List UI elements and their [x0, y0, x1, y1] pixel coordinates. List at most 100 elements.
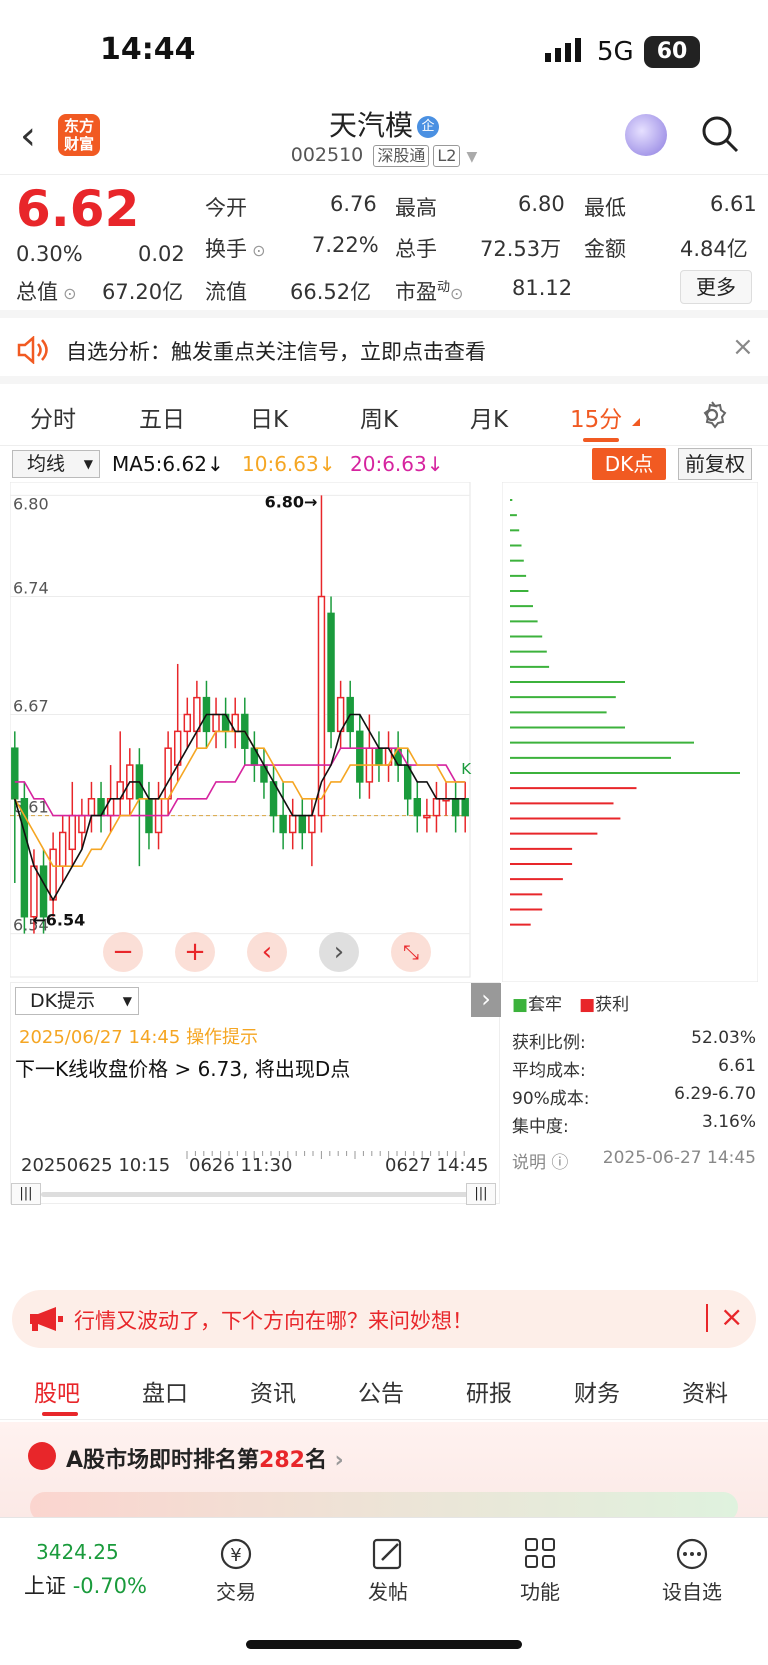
- pe-label[interactable]: 市盈动⊙: [395, 276, 463, 306]
- pe-label-text: 市盈: [395, 280, 437, 304]
- float-label: 流值: [205, 280, 247, 304]
- zoom-out-button[interactable]: −: [103, 932, 143, 972]
- zoom-in-button[interactable]: +: [175, 932, 215, 972]
- mktcap-label[interactable]: 总值 ⊙: [16, 276, 77, 306]
- candle-body: [78, 814, 86, 834]
- info-dots-icon: ⊙: [247, 241, 266, 260]
- high-value: 6.80: [518, 192, 565, 216]
- candle-body: [375, 747, 383, 766]
- last-price: 6.62: [16, 180, 140, 238]
- watchlist-notice[interactable]: 自选分析：触发重点关注信号，立即点击查看 ×: [0, 318, 768, 384]
- tab-daily-k[interactable]: 日K: [250, 400, 288, 434]
- trapped-legend-text: 套牢: [528, 995, 563, 1015]
- tab-weekly-k[interactable]: 周K: [360, 400, 398, 434]
- chip-note-row[interactable]: 说明 ⓘ 2025-06-27 14:45: [512, 1148, 756, 1173]
- amount-label: 金额: [584, 237, 626, 261]
- tab-research[interactable]: 研报: [466, 1374, 512, 1408]
- dropdown-triangle-icon: ▼: [466, 149, 478, 165]
- tab-five-day[interactable]: 五日: [139, 400, 185, 434]
- scrollbar-right-handle[interactable]: |||: [466, 1183, 496, 1205]
- nav-functions[interactable]: 功能: [500, 1576, 580, 1605]
- candle-body: [212, 713, 220, 733]
- settings-gear-icon[interactable]: [697, 400, 727, 430]
- compose-icon[interactable]: [368, 1536, 408, 1572]
- home-indicator: [246, 1640, 522, 1649]
- fullscreen-icon[interactable]: ⤡: [391, 932, 431, 972]
- battery-icon: 60: [644, 36, 700, 68]
- tab-guba[interactable]: 股吧: [34, 1374, 80, 1408]
- forward-adjust-button[interactable]: 前复权: [678, 448, 752, 480]
- trade-yen-icon[interactable]: ¥: [216, 1536, 256, 1572]
- mktcap-value: 67.20亿: [102, 280, 184, 304]
- candle-body: [356, 730, 364, 783]
- candle-body: [49, 848, 57, 901]
- tab-monthly-k[interactable]: 月K: [470, 400, 508, 434]
- candle-body: [164, 747, 172, 800]
- mktcap-label-text: 总值: [16, 280, 58, 304]
- candle-body: [308, 814, 316, 834]
- dk-point-button[interactable]: DK点: [592, 448, 666, 480]
- more-button[interactable]: 更多: [680, 270, 752, 304]
- index-value: 3424.25: [36, 1540, 119, 1564]
- rank-number: 282: [259, 1448, 305, 1473]
- search-icon[interactable]: [700, 114, 740, 154]
- close-icon[interactable]: ×: [720, 1300, 743, 1333]
- turnover-label[interactable]: 换手 ⊙: [205, 233, 266, 263]
- notice-text: 自选分析：触发重点关注信号，立即点击查看: [66, 340, 486, 364]
- apps-grid-icon[interactable]: [520, 1536, 560, 1572]
- nav-trade[interactable]: 交易: [196, 1576, 276, 1605]
- y-tick-label: 6.67: [13, 697, 49, 716]
- nav-add-watchlist[interactable]: 设自选: [652, 1576, 732, 1605]
- scrollbar-track: [41, 1192, 471, 1197]
- max-price-label: 6.80→: [265, 492, 318, 511]
- market-rank-banner[interactable]: A股市场即时排名第282名 ›: [0, 1422, 768, 1522]
- tab-profile[interactable]: 资料: [682, 1374, 728, 1408]
- expand-arrow-icon[interactable]: ›: [471, 983, 501, 1017]
- tab-timeshare[interactable]: 分时: [30, 400, 76, 434]
- tab-pankou[interactable]: 盘口: [142, 1374, 188, 1408]
- range-scrollbar[interactable]: ||| |||: [11, 1183, 501, 1205]
- content-tabs: 股吧 盘口 资讯 公告 研报 财务 资料: [0, 1358, 768, 1420]
- scrollbar-left-handle[interactable]: |||: [11, 1183, 41, 1205]
- candle-body: [279, 814, 287, 834]
- chip-row: 平均成本: 6.61: [512, 1056, 756, 1081]
- dk-hint-selector[interactable]: DK提示 ▼: [15, 987, 139, 1015]
- assistant-robot-icon[interactable]: [625, 114, 667, 156]
- trapped-legend-icon: ■: [512, 995, 529, 1015]
- candle-body: [288, 814, 297, 834]
- ma20-text: 20:6.63: [350, 452, 427, 476]
- tab-announcements[interactable]: 公告: [358, 1374, 404, 1408]
- chip-row-label: 平均成本:: [512, 1061, 586, 1081]
- dropdown-arrow-icon: ▼: [122, 994, 132, 1008]
- ma10-text: 10:6.63: [242, 452, 319, 476]
- close-icon[interactable]: ×: [732, 332, 754, 362]
- bottom-navigation: 3424.25 上证 -0.70% ¥ 交易 发帖 功能 设自选: [0, 1517, 768, 1665]
- scroll-right-button[interactable]: ›: [319, 932, 359, 972]
- dk-hint-time: 2025/06/27 14:45 操作提示: [19, 1027, 259, 1048]
- index-info[interactable]: 上证 -0.70%: [24, 1570, 147, 1600]
- active-tab-indicator: [42, 1412, 78, 1416]
- period-corner-icon: [632, 418, 640, 426]
- tab-news[interactable]: 资讯: [250, 1374, 296, 1408]
- tab-finance[interactable]: 财务: [574, 1374, 620, 1408]
- chip-info-panel: ■套牢 ■获利 获利比例: 52.03% 平均成本: 6.61 90%成本: 6.29…: [502, 982, 758, 1173]
- chip-row: 集中度: 3.16%: [512, 1112, 756, 1137]
- candlestick-chart[interactable]: 6.806.746.676.616.546.80→←6.54K: [10, 482, 500, 982]
- chip-row-value: 52.03%: [691, 1028, 756, 1048]
- pe-dynamic-sup: 动: [437, 280, 451, 295]
- dk-hint-text: 下一K线收盘价格 > 6.73, 将出现D点: [15, 1057, 351, 1081]
- nav-post[interactable]: 发帖: [348, 1576, 428, 1605]
- ma10-value: 10:6.63↓: [242, 452, 336, 476]
- ma-selector[interactable]: 均线 ▼: [12, 450, 100, 478]
- quote-panel: 6.62 0.30% 0.02 今开 6.76 最高 6.80 最低 6.61 …: [0, 176, 768, 318]
- add-watchlist-icon[interactable]: [672, 1536, 712, 1572]
- stock-code: 002510: [290, 144, 364, 166]
- scroll-left-button[interactable]: ‹: [247, 932, 287, 972]
- tab-15min[interactable]: 15分: [570, 400, 622, 434]
- chip-row-value: 3.16%: [701, 1112, 756, 1132]
- promo-banner[interactable]: 行情又波动了，下个方向在哪？来问妙想！ ×: [12, 1290, 756, 1348]
- megaphone-icon: [30, 1307, 63, 1331]
- ma5-text: MA5:6.62: [112, 452, 207, 476]
- high-label: 最高: [395, 196, 437, 220]
- candle-body: [39, 865, 48, 918]
